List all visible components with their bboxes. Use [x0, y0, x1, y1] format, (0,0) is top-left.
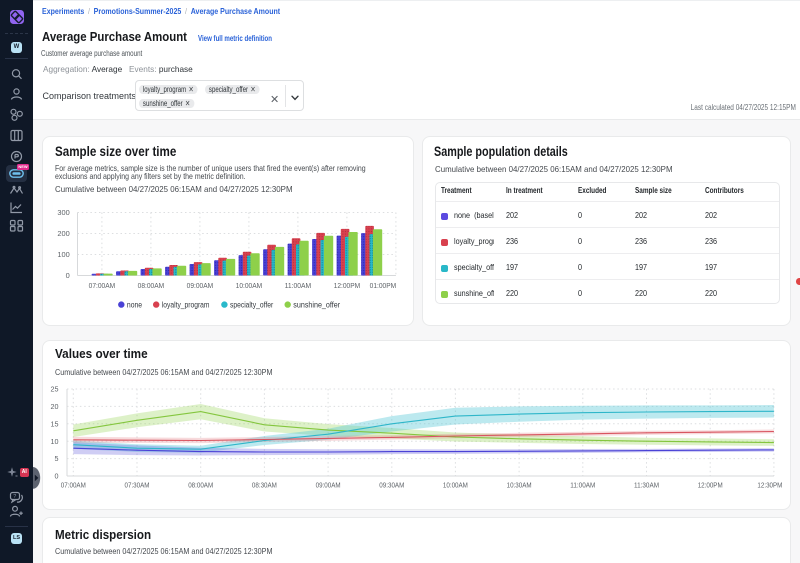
svg-text:07:30AM: 07:30AM [125, 481, 150, 490]
svg-text:07:00AM: 07:00AM [61, 481, 86, 490]
svg-text:20: 20 [51, 402, 59, 411]
svg-text:12:00PM: 12:00PM [698, 481, 723, 490]
svg-text:specialty_offer: specialty_offer [230, 300, 273, 309]
svg-text:25: 25 [51, 385, 59, 394]
svg-text:11:00AM: 11:00AM [285, 281, 312, 290]
svg-text:11:00AM: 11:00AM [570, 481, 595, 490]
svg-text:0: 0 [66, 271, 70, 280]
svg-text:none: none [127, 300, 143, 309]
svg-text:09:30AM: 09:30AM [379, 481, 404, 490]
svg-text:09:00AM: 09:00AM [316, 481, 341, 490]
svg-text:5: 5 [55, 454, 59, 463]
svg-text:11:30AM: 11:30AM [634, 481, 659, 490]
svg-text:08:00AM: 08:00AM [188, 481, 213, 490]
svg-text:10: 10 [51, 437, 59, 446]
svg-text:15: 15 [51, 419, 59, 428]
svg-text:10:00AM: 10:00AM [443, 481, 468, 490]
svg-text:loyalty_program: loyalty_program [162, 300, 210, 309]
svg-text:09:00AM: 09:00AM [187, 281, 214, 290]
svg-text:100: 100 [57, 250, 69, 259]
svg-text:07:00AM: 07:00AM [89, 281, 116, 290]
svg-text:200: 200 [57, 229, 69, 238]
svg-text:300: 300 [57, 208, 69, 217]
svg-text:12:30PM: 12:30PM [757, 481, 782, 490]
svg-text:0: 0 [55, 472, 59, 481]
svg-text:sunshine_offer: sunshine_offer [293, 300, 340, 309]
svg-text:01:00PM: 01:00PM [370, 281, 397, 290]
svg-text:12:00PM: 12:00PM [334, 281, 361, 290]
svg-text:10:00AM: 10:00AM [236, 281, 263, 290]
svg-text:?: ? [13, 494, 16, 500]
svg-text:08:30AM: 08:30AM [252, 481, 277, 490]
svg-text:10:30AM: 10:30AM [507, 481, 532, 490]
svg-text:08:00AM: 08:00AM [138, 281, 165, 290]
